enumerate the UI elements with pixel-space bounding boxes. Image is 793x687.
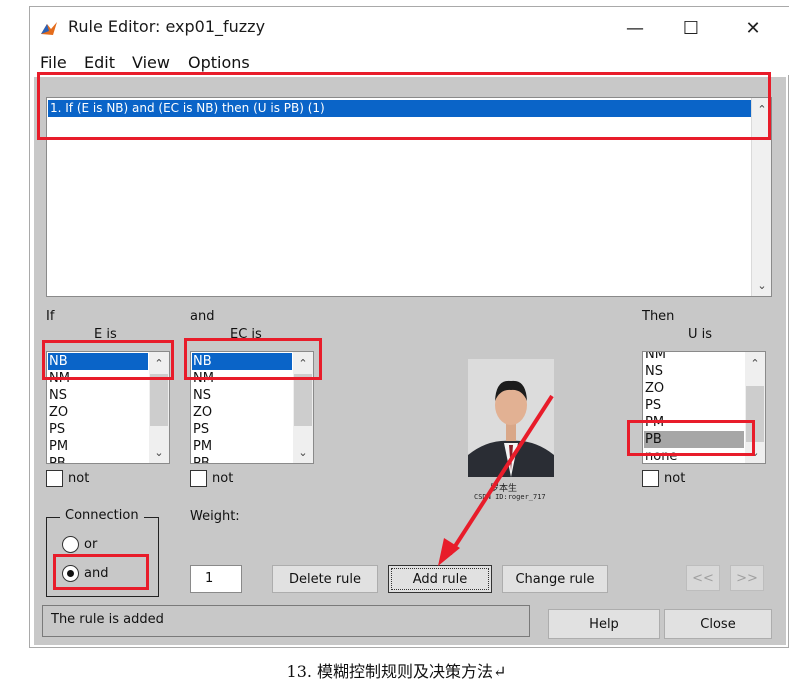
list-item[interactable]: none	[644, 448, 744, 463]
list-item[interactable]: NS	[48, 387, 148, 404]
list-item[interactable]: PS	[192, 421, 292, 438]
rule-editor-window: Rule Editor: exp01_fuzzy — ☐ ✕ File Edit…	[29, 6, 790, 648]
and-label: and	[84, 566, 109, 581]
list-item[interactable]: PM	[644, 414, 744, 431]
list-item[interactable]: PB	[48, 455, 148, 463]
close-window-button[interactable]: ✕	[730, 13, 776, 43]
list-item[interactable]: NM	[192, 370, 292, 387]
scroll-thumb[interactable]	[294, 374, 312, 426]
radio-selected-dot	[67, 570, 74, 577]
scroll-up-icon[interactable]: ⌃	[149, 354, 169, 372]
scroll-up-icon[interactable]: ⌃	[752, 100, 771, 118]
u-mf-list[interactable]: NM NS ZO PS PM PB none ⌃ ⌄	[642, 351, 766, 464]
scroll-down-icon[interactable]: ⌄	[752, 276, 771, 294]
weight-input[interactable]: 1	[190, 565, 242, 593]
status-bar: The rule is added	[42, 605, 530, 637]
help-button[interactable]: Help	[548, 609, 660, 639]
rules-scrollbar[interactable]: ⌃ ⌄	[751, 98, 771, 296]
or-label: or	[84, 537, 98, 552]
scroll-down-icon[interactable]: ⌄	[293, 443, 313, 461]
weight-label: Weight:	[190, 509, 240, 524]
window-title: Rule Editor: exp01_fuzzy	[68, 17, 266, 36]
close-button[interactable]: Close	[664, 609, 772, 639]
list-item[interactable]: PB	[192, 455, 292, 463]
then-header: Then	[642, 309, 675, 324]
list-item[interactable]: NM	[48, 370, 148, 387]
menu-file[interactable]: File	[40, 53, 67, 72]
e-not-checkbox[interactable]	[46, 470, 63, 487]
scroll-down-icon[interactable]: ⌄	[149, 443, 169, 461]
connection-title: Connection	[60, 508, 144, 523]
scroll-down-icon[interactable]: ⌄	[745, 443, 765, 461]
e-list-scrollbar[interactable]: ⌃ ⌄	[149, 352, 169, 463]
rules-list[interactable]: 1. If (E is NB) and (EC is NB) then (U i…	[46, 97, 772, 297]
list-item[interactable]: PS	[644, 397, 744, 414]
menu-options[interactable]: Options	[188, 53, 250, 72]
ec-mf-list[interactable]: NB NM NS ZO PS PM PB ⌃ ⌄	[190, 351, 314, 464]
and-header: and	[190, 309, 215, 324]
ec-var-label: EC is	[230, 327, 262, 342]
e-mf-list[interactable]: NB NM NS ZO PS PM PB ⌃ ⌄	[46, 351, 170, 464]
list-item[interactable]: ZO	[48, 404, 148, 421]
list-item[interactable]: PB	[644, 431, 744, 448]
connection-group	[46, 517, 159, 597]
matlab-logo-icon	[40, 19, 58, 37]
list-item[interactable]: PS	[48, 421, 148, 438]
maximize-button[interactable]: ☐	[668, 13, 714, 43]
list-item[interactable]: NS	[644, 363, 744, 380]
figure-caption: 13. 模糊控制规则及决策方法↵	[286, 662, 507, 681]
e-var-label: E is	[94, 327, 117, 342]
list-item[interactable]: ZO	[192, 404, 292, 421]
if-header: If	[46, 309, 55, 324]
list-item[interactable]: NM	[644, 352, 744, 363]
list-item[interactable]: NS	[192, 387, 292, 404]
ec-not-label: not	[212, 471, 234, 486]
scroll-up-icon[interactable]: ⌃	[293, 354, 313, 372]
scroll-thumb[interactable]	[150, 374, 168, 426]
editor-panel: 1. If (E is NB) and (EC is NB) then (U i…	[34, 77, 786, 645]
u-not-label: not	[664, 471, 686, 486]
next-rule-button[interactable]: >>	[730, 565, 764, 591]
list-item[interactable]: NB	[48, 353, 148, 370]
minimize-button[interactable]: —	[612, 13, 658, 43]
menu-edit[interactable]: Edit	[84, 53, 115, 72]
title-bar: Rule Editor: exp01_fuzzy — ☐ ✕	[30, 7, 790, 49]
list-item[interactable]: PM	[48, 438, 148, 455]
menu-view[interactable]: View	[132, 53, 170, 72]
ec-not-checkbox[interactable]	[190, 470, 207, 487]
u-list-scrollbar[interactable]: ⌃ ⌄	[745, 352, 765, 463]
list-item[interactable]: PM	[192, 438, 292, 455]
or-radio[interactable]	[62, 536, 79, 553]
ec-list-scrollbar[interactable]: ⌃ ⌄	[293, 352, 313, 463]
u-var-label: U is	[688, 327, 713, 342]
and-radio[interactable]	[62, 565, 79, 582]
list-item[interactable]: NB	[192, 353, 292, 370]
rule-row[interactable]: 1. If (E is NB) and (EC is NB) then (U i…	[48, 100, 751, 117]
menu-bar: File Edit View Options	[30, 49, 790, 75]
e-not-label: not	[68, 471, 90, 486]
scroll-thumb[interactable]	[746, 386, 764, 442]
prev-rule-button[interactable]: <<	[686, 565, 720, 591]
delete-rule-button[interactable]: Delete rule	[272, 565, 378, 593]
list-item[interactable]: ZO	[644, 380, 744, 397]
u-not-checkbox[interactable]	[642, 470, 659, 487]
annotation-arrow-icon	[438, 394, 554, 566]
scroll-up-icon[interactable]: ⌃	[745, 354, 765, 372]
